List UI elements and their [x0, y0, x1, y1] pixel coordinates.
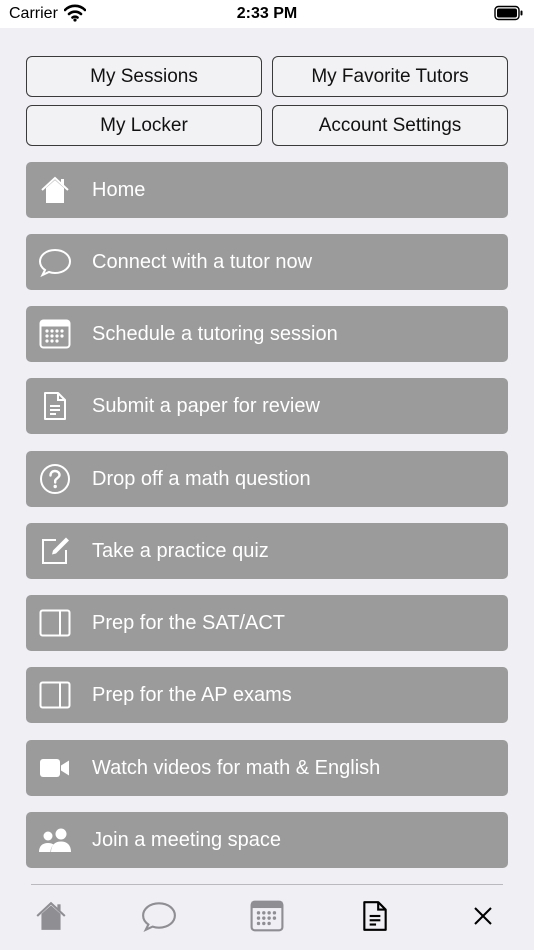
menu-item-sat-act[interactable]: Prep for the SAT/ACT — [26, 595, 508, 651]
tab-document[interactable] — [355, 898, 395, 938]
menu-item-ap-exams[interactable]: Prep for the AP exams — [26, 667, 508, 723]
tab-close[interactable] — [463, 898, 503, 938]
menu-item-label: Submit a paper for review — [92, 395, 320, 417]
pencil-square-icon — [38, 535, 72, 567]
close-icon — [472, 905, 494, 932]
tab-chat[interactable] — [139, 898, 179, 938]
panel-icon — [38, 607, 72, 639]
status-bar: Carrier 2:33 PM — [0, 0, 534, 28]
chat-bubble-icon — [38, 246, 72, 278]
people-icon — [38, 824, 72, 856]
document-icon — [38, 390, 72, 422]
menu-item-meeting-space[interactable]: Join a meeting space — [26, 812, 508, 868]
account-settings-button[interactable]: Account Settings — [272, 105, 508, 146]
menu-item-label: Prep for the SAT/ACT — [92, 612, 286, 634]
tab-calendar[interactable] — [247, 898, 287, 938]
calendar-icon — [250, 900, 284, 937]
menu-item-label: Join a meeting space — [92, 829, 282, 851]
tab-bar-divider — [31, 884, 503, 885]
menu-item-label: Drop off a math question — [92, 468, 311, 490]
menu-item-submit-paper[interactable]: Submit a paper for review — [26, 378, 508, 434]
menu-item-watch-videos[interactable]: Watch videos for math & English — [26, 740, 508, 796]
menu-item-math-question[interactable]: Drop off a math question — [26, 451, 508, 507]
menu-item-practice-quiz[interactable]: Take a practice quiz — [26, 523, 508, 579]
menu-item-label: Connect with a tutor now — [92, 251, 313, 273]
home-icon — [34, 900, 68, 937]
my-sessions-button[interactable]: My Sessions — [26, 56, 262, 97]
calendar-icon — [38, 318, 72, 350]
my-locker-button[interactable]: My Locker — [26, 105, 262, 146]
my-favorite-tutors-button[interactable]: My Favorite Tutors — [272, 56, 508, 97]
tab-home[interactable] — [31, 898, 71, 938]
menu-item-label: Home — [92, 179, 146, 201]
video-camera-icon — [38, 752, 72, 784]
status-time: 2:33 PM — [236, 5, 298, 22]
menu-item-label: Watch videos for math & English — [92, 757, 381, 779]
menu-item-label: Take a practice quiz — [92, 540, 269, 562]
menu-item-home[interactable]: Home — [26, 162, 508, 218]
home-icon — [38, 174, 72, 206]
menu-item-connect-tutor[interactable]: Connect with a tutor now — [26, 234, 508, 290]
question-circle-icon — [38, 463, 72, 495]
menu-item-schedule-session[interactable]: Schedule a tutoring session — [26, 306, 508, 362]
document-icon — [361, 900, 389, 937]
menu-item-label: Prep for the AP exams — [92, 684, 292, 706]
chat-bubble-icon — [141, 900, 177, 937]
battery-icon — [494, 5, 524, 26]
panel-icon — [38, 679, 72, 711]
menu-item-label: Schedule a tutoring session — [92, 323, 338, 345]
